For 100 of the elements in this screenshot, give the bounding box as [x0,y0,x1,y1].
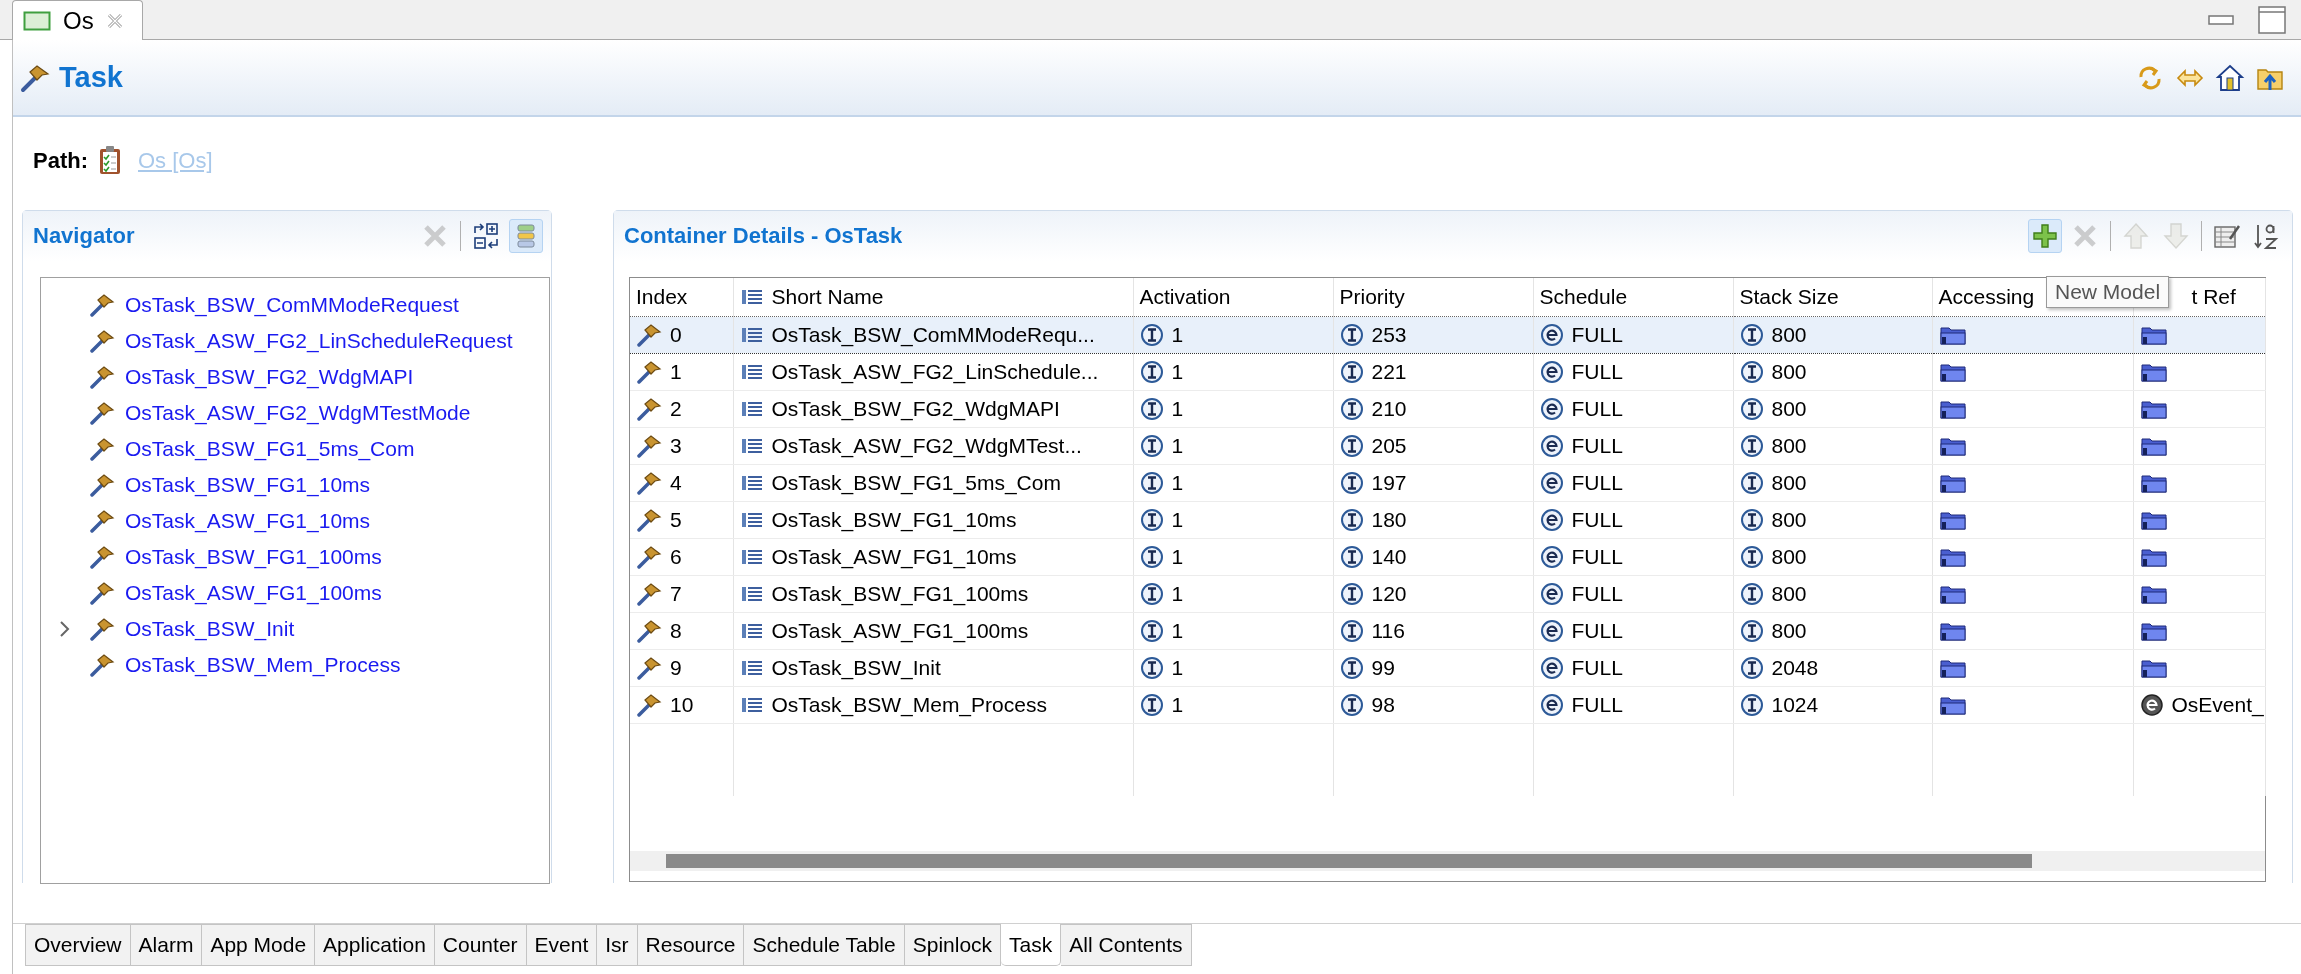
page-tab[interactable]: Counter [434,924,527,966]
minimize-icon[interactable] [2207,13,2235,26]
integer-icon [1339,323,1364,347]
tree-item[interactable]: OsTask_BSW_FG2_WdgMAPI [125,365,414,389]
enum-icon [1539,434,1564,458]
page-tab[interactable]: Resource [637,924,745,966]
chevron-icon[interactable] [58,620,70,638]
table-row-cell[interactable]: 2 [630,390,733,428]
integer-icon [1339,471,1364,495]
tree-item[interactable]: OsTask_ASW_FG1_10ms [125,509,371,533]
page-tab[interactable]: Overview [25,924,131,966]
table-cell: 99 [1371,656,1395,680]
hammer-icon [636,508,662,532]
integer-icon [1339,434,1364,458]
table-cell: FULL [1571,582,1623,606]
page-tab[interactable]: Task [1001,924,1062,966]
tree-item[interactable]: OsTask_BSW_Mem_Process [125,653,401,677]
collapse-all-icon[interactable] [471,221,501,251]
table-row-cell[interactable]: 4 [630,464,733,502]
enum-icon [1539,545,1564,569]
column-header[interactable]: Schedule [1533,278,1733,317]
table-cell: 9 [670,656,682,680]
column-header[interactable]: Index [630,278,733,317]
table-cell: 800 [1771,545,1807,569]
table-cell: 1024 [1771,693,1819,717]
integer-icon [1139,508,1164,532]
page-tab[interactable]: Schedule Table [744,924,905,966]
folder-icon [2139,546,2168,568]
hammer-icon [636,693,662,717]
table-cell: 1 [1171,545,1184,569]
column-header[interactable]: Stack Size [1733,278,1932,317]
tree-item[interactable]: OsTask_ASW_FG1_100ms [125,581,382,605]
folder-icon [1938,509,1967,531]
table-row-cell[interactable]: 7 [630,575,733,613]
tree-item[interactable]: OsTask_BSW_FG1_100ms [125,545,382,569]
table-cell: OsTask_ASW_FG1_100ms [771,619,1029,643]
panel-title: Container Details - OsTask [624,223,903,249]
maximize-icon[interactable] [2257,4,2287,35]
table-row-cell[interactable]: 0 [630,316,733,354]
table-cell: 800 [1771,471,1807,495]
list-icon [739,695,764,715]
column-header[interactable]: Priority [1333,278,1533,317]
list-icon [739,362,764,382]
table-cell: 205 [1371,434,1407,458]
folder-icon [2139,324,2168,346]
page-tab[interactable]: App Mode [202,924,316,966]
folder-icon [1938,657,1967,679]
table-cell: FULL [1571,323,1623,347]
enum-icon [1539,323,1564,347]
list-icon [739,547,764,567]
scrollbar-thumb[interactable] [666,854,2032,868]
home-icon[interactable] [2215,62,2245,93]
table-cell: 1 [1171,582,1184,606]
tree-item[interactable]: OsTask_ASW_FG2_WdgMTestMode [125,401,471,425]
table-row-cell[interactable]: 9 [630,649,733,687]
folder-icon [1938,361,1967,383]
hammer-icon [89,437,115,461]
column-header[interactable]: Activation [1133,278,1333,317]
integer-icon [1739,323,1764,347]
table-row-cell[interactable]: 10 [630,686,733,724]
table-cell: OsTask_BSW_FG2_WdgMAPI [771,397,1060,421]
folder-icon [2139,361,2168,383]
page-tab[interactable]: Spinlock [904,924,1002,966]
integer-icon [1739,545,1764,569]
page-tab[interactable]: Isr [597,924,638,966]
table-row-cell[interactable]: 6 [630,538,733,576]
tree-item[interactable]: OsTask_BSW_FG1_10ms [125,473,371,497]
hammer-icon [636,434,662,458]
table-cell: 10 [670,693,694,717]
integer-icon [1739,360,1764,384]
table-row-cell[interactable]: 5 [630,501,733,539]
page-tab[interactable]: Event [526,924,598,966]
editor-tab[interactable]: Os [12,0,143,40]
page-tab[interactable]: Alarm [130,924,203,966]
tree-item[interactable]: OsTask_BSW_FG1_5ms_Com [125,437,415,461]
table-cell: 140 [1371,545,1407,569]
folder-icon [2139,509,2168,531]
table-cell: 1 [1171,360,1184,384]
page-tab[interactable]: Application [315,924,435,966]
tree-item[interactable]: OsTask_ASW_FG2_LinScheduleRequest [125,329,513,353]
list-icon [739,658,764,678]
table-cell: 2048 [1771,656,1819,680]
tree-item[interactable]: OsTask_BSW_Init [125,617,295,641]
table-cell: 1 [1171,323,1184,347]
folder-icon [2139,472,2168,494]
table-row-cell[interactable]: 8 [630,612,733,650]
integer-icon [1339,508,1364,532]
add-icon[interactable] [2030,221,2060,251]
editor-tab-label[interactable]: Os [63,6,94,35]
horizontal-scrollbar[interactable] [630,851,2265,871]
table-row-cell[interactable]: 3 [630,427,733,465]
table-row-cell[interactable]: 1 [630,353,733,391]
table-cell: 800 [1771,582,1807,606]
table-cell: 98 [1371,693,1395,717]
page-tab[interactable]: All Contents [1061,924,1192,966]
close-icon[interactable] [105,11,124,30]
integer-icon [1339,619,1364,643]
hammer-icon [636,471,662,495]
integer-icon [1139,582,1164,606]
tree-item[interactable]: OsTask_BSW_ComMModeRequest [125,293,459,317]
